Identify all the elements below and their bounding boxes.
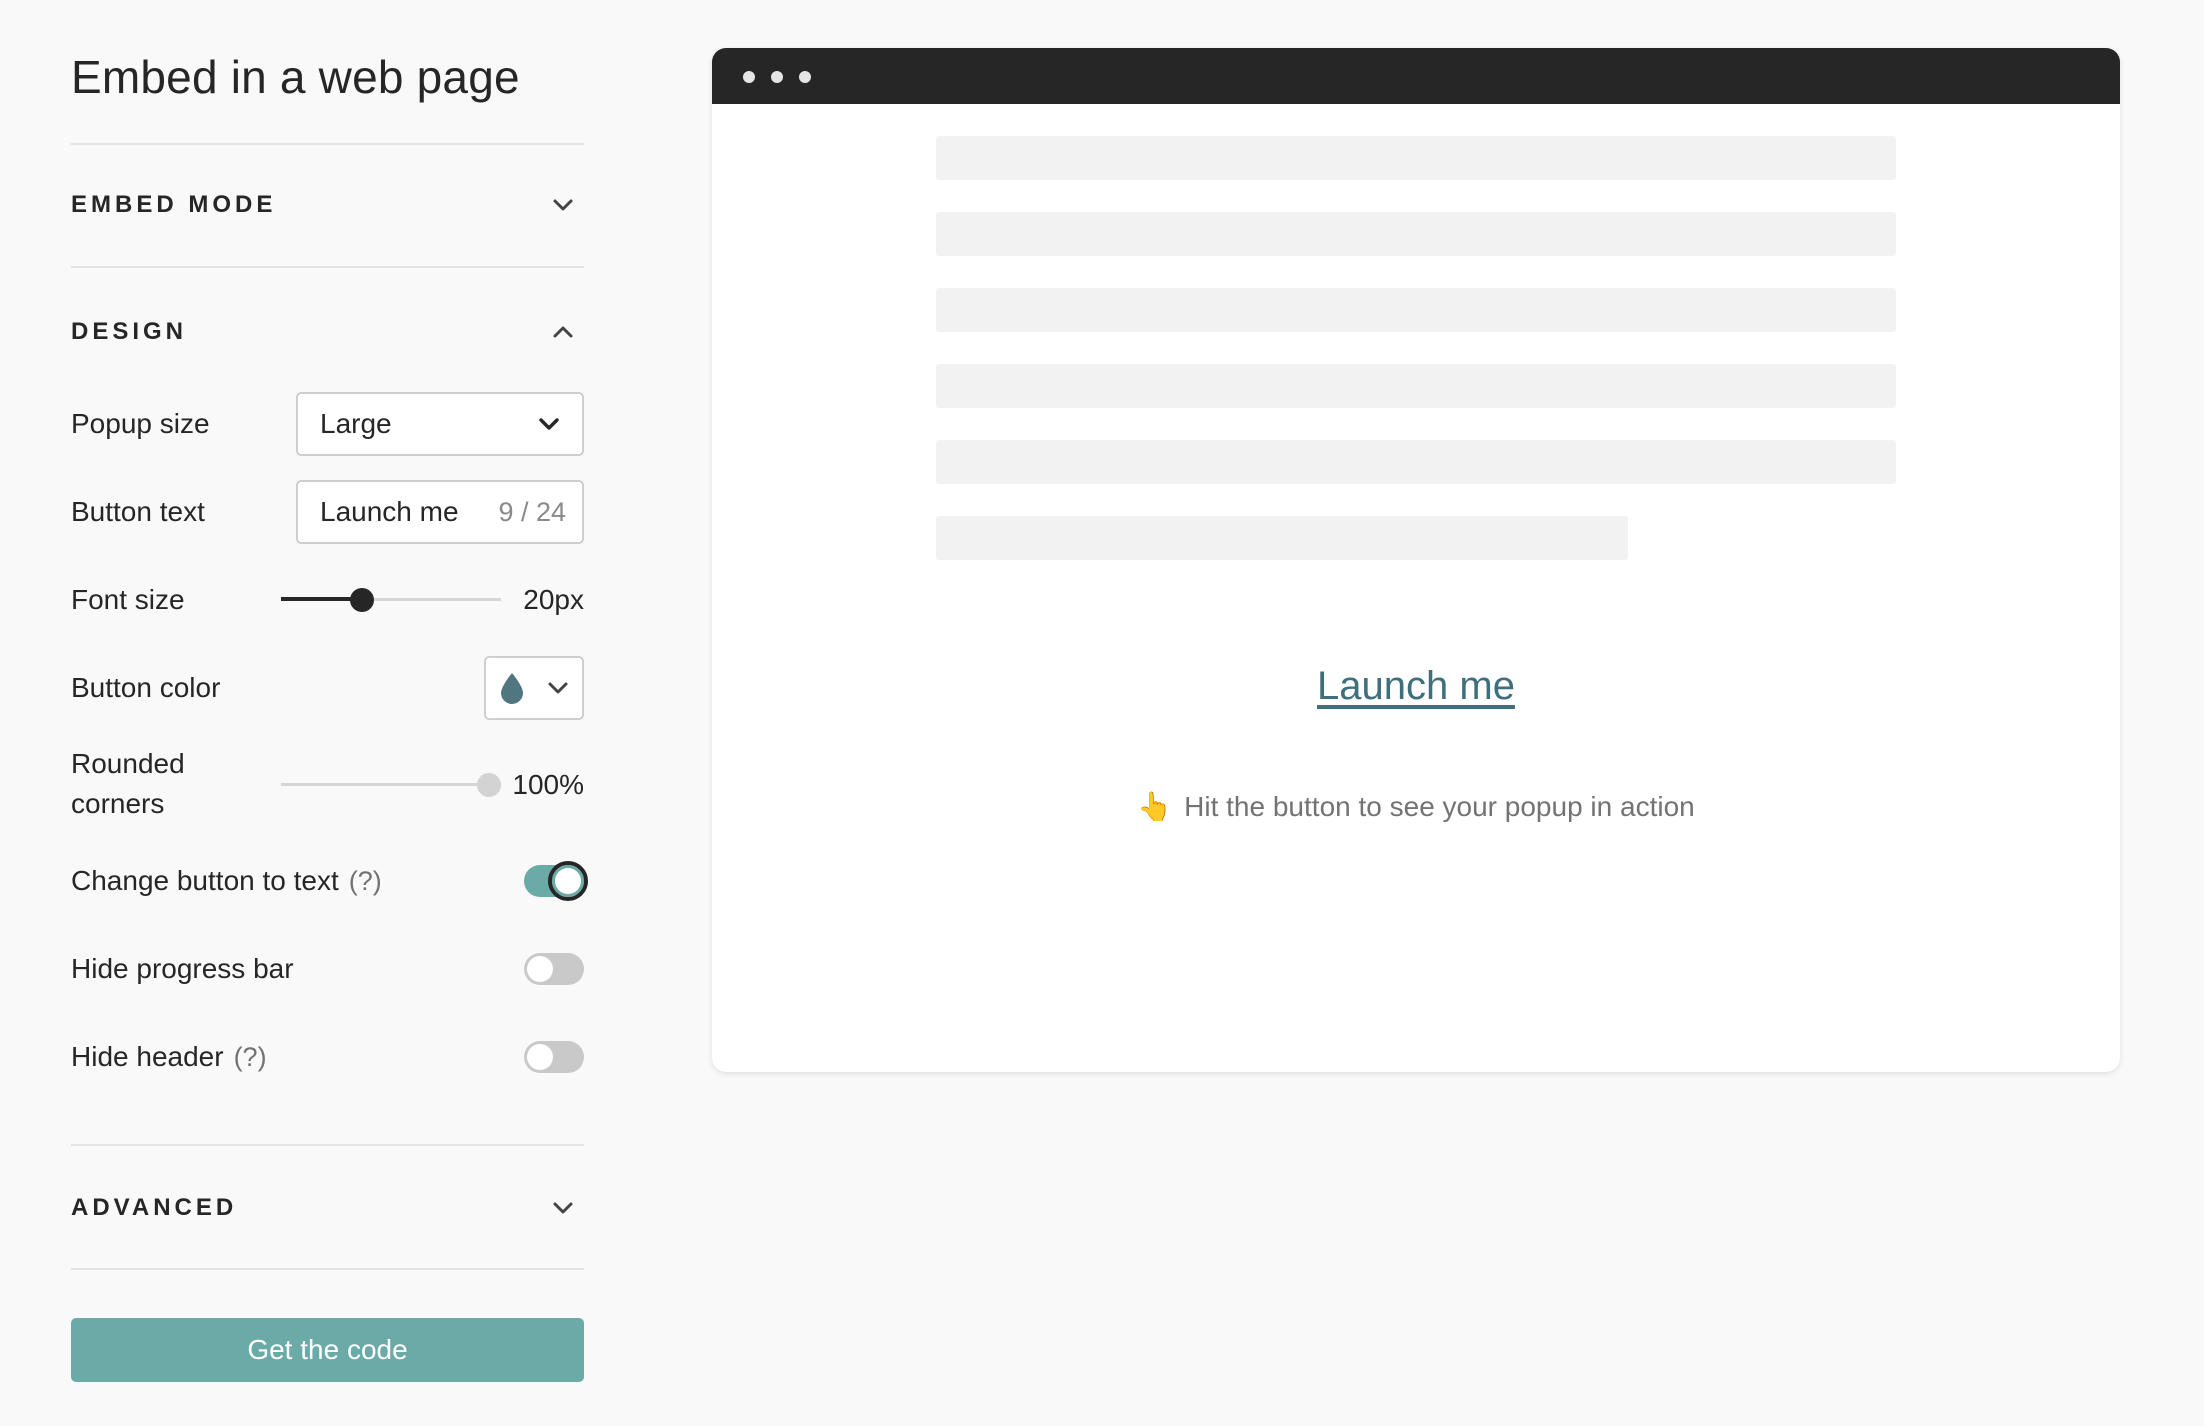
rounded-corners-value: 100% (512, 769, 584, 800)
button-color-label: Button color (71, 672, 221, 703)
preview-window: Launch me 👆 Hit the button to see your po… (712, 48, 2120, 1072)
hide-progress-bar-toggle[interactable] (524, 953, 584, 985)
change-button-to-text-toggle[interactable] (524, 861, 588, 901)
launch-me-link[interactable]: Launch me (712, 664, 2120, 709)
divider (71, 266, 584, 268)
preview-hint: 👆 Hit the button to see your popup in act… (712, 790, 2120, 823)
chevron-down-icon (546, 676, 570, 700)
section-design-label: DESIGN (71, 318, 188, 345)
button-text-label: Button text (71, 496, 205, 527)
popup-size-value: Large (320, 408, 392, 439)
slider-thumb[interactable] (477, 773, 501, 797)
browser-titlebar (712, 48, 2120, 104)
get-the-code-button[interactable]: Get the code (71, 1318, 584, 1382)
chevron-down-icon (550, 1195, 576, 1221)
button-text-field[interactable]: 9 / 24 (296, 480, 584, 544)
section-advanced-label: ADVANCED (71, 1194, 238, 1221)
window-dot (743, 71, 755, 83)
droplet-icon (498, 671, 526, 705)
toggle-knob (548, 861, 588, 901)
preview-hint-text: Hit the button to see your popup in acti… (1184, 791, 1695, 822)
button-text-input[interactable] (320, 496, 470, 528)
placeholder-line (936, 516, 1628, 560)
popup-size-label: Popup size (71, 408, 210, 439)
window-dot (799, 71, 811, 83)
chevron-down-icon (536, 411, 562, 437)
slider-thumb[interactable] (350, 588, 374, 612)
chevron-down-icon (550, 192, 576, 218)
toggle-knob (527, 1044, 553, 1070)
placeholder-line (936, 136, 1896, 180)
page-title: Embed in a web page (71, 51, 520, 103)
section-advanced-header[interactable]: ADVANCED (71, 1178, 584, 1238)
help-icon[interactable]: (?) (349, 861, 382, 901)
hide-progress-bar-row: Hide progress bar (71, 949, 584, 989)
character-counter: 9 / 24 (498, 496, 566, 527)
placeholder-line (936, 288, 1896, 332)
help-icon[interactable]: (?) (234, 1037, 267, 1077)
placeholder-line (936, 440, 1896, 484)
placeholder-line (936, 364, 1896, 408)
change-button-to-text-label: Change button to text (71, 865, 339, 896)
divider (71, 1268, 584, 1270)
rounded-corners-slider[interactable] (281, 770, 501, 800)
placeholder-line (936, 212, 1896, 256)
hide-header-row: Hide header (?) (71, 1037, 584, 1077)
rounded-corners-label-line2: corners (71, 788, 165, 819)
section-embed-mode-header[interactable]: EMBED MODE (71, 175, 584, 235)
button-color-picker[interactable] (484, 656, 584, 720)
change-button-to-text-row: Change button to text (?) (71, 861, 584, 901)
section-design-header[interactable]: DESIGN (71, 302, 584, 362)
hide-header-label: Hide header (71, 1041, 224, 1072)
section-embed-mode-label: EMBED MODE (71, 191, 277, 218)
chevron-up-icon (550, 319, 576, 345)
rounded-corners-label-line1: Rounded (71, 748, 185, 779)
slider-track (281, 783, 501, 786)
hide-header-toggle[interactable] (524, 1041, 584, 1073)
toggle-knob (527, 956, 553, 982)
divider (71, 1144, 584, 1146)
font-size-label: Font size (71, 584, 185, 615)
divider (71, 143, 584, 145)
embed-settings-page: Embed in a web page EMBED MODE DESIGN Po… (0, 0, 2204, 1426)
window-dot (771, 71, 783, 83)
font-size-slider[interactable] (281, 585, 501, 615)
pointing-up-icon: 👆 (1137, 791, 1173, 822)
font-size-value: 20px (523, 584, 584, 615)
popup-size-select[interactable]: Large (296, 392, 584, 456)
hide-progress-bar-label: Hide progress bar (71, 953, 294, 984)
